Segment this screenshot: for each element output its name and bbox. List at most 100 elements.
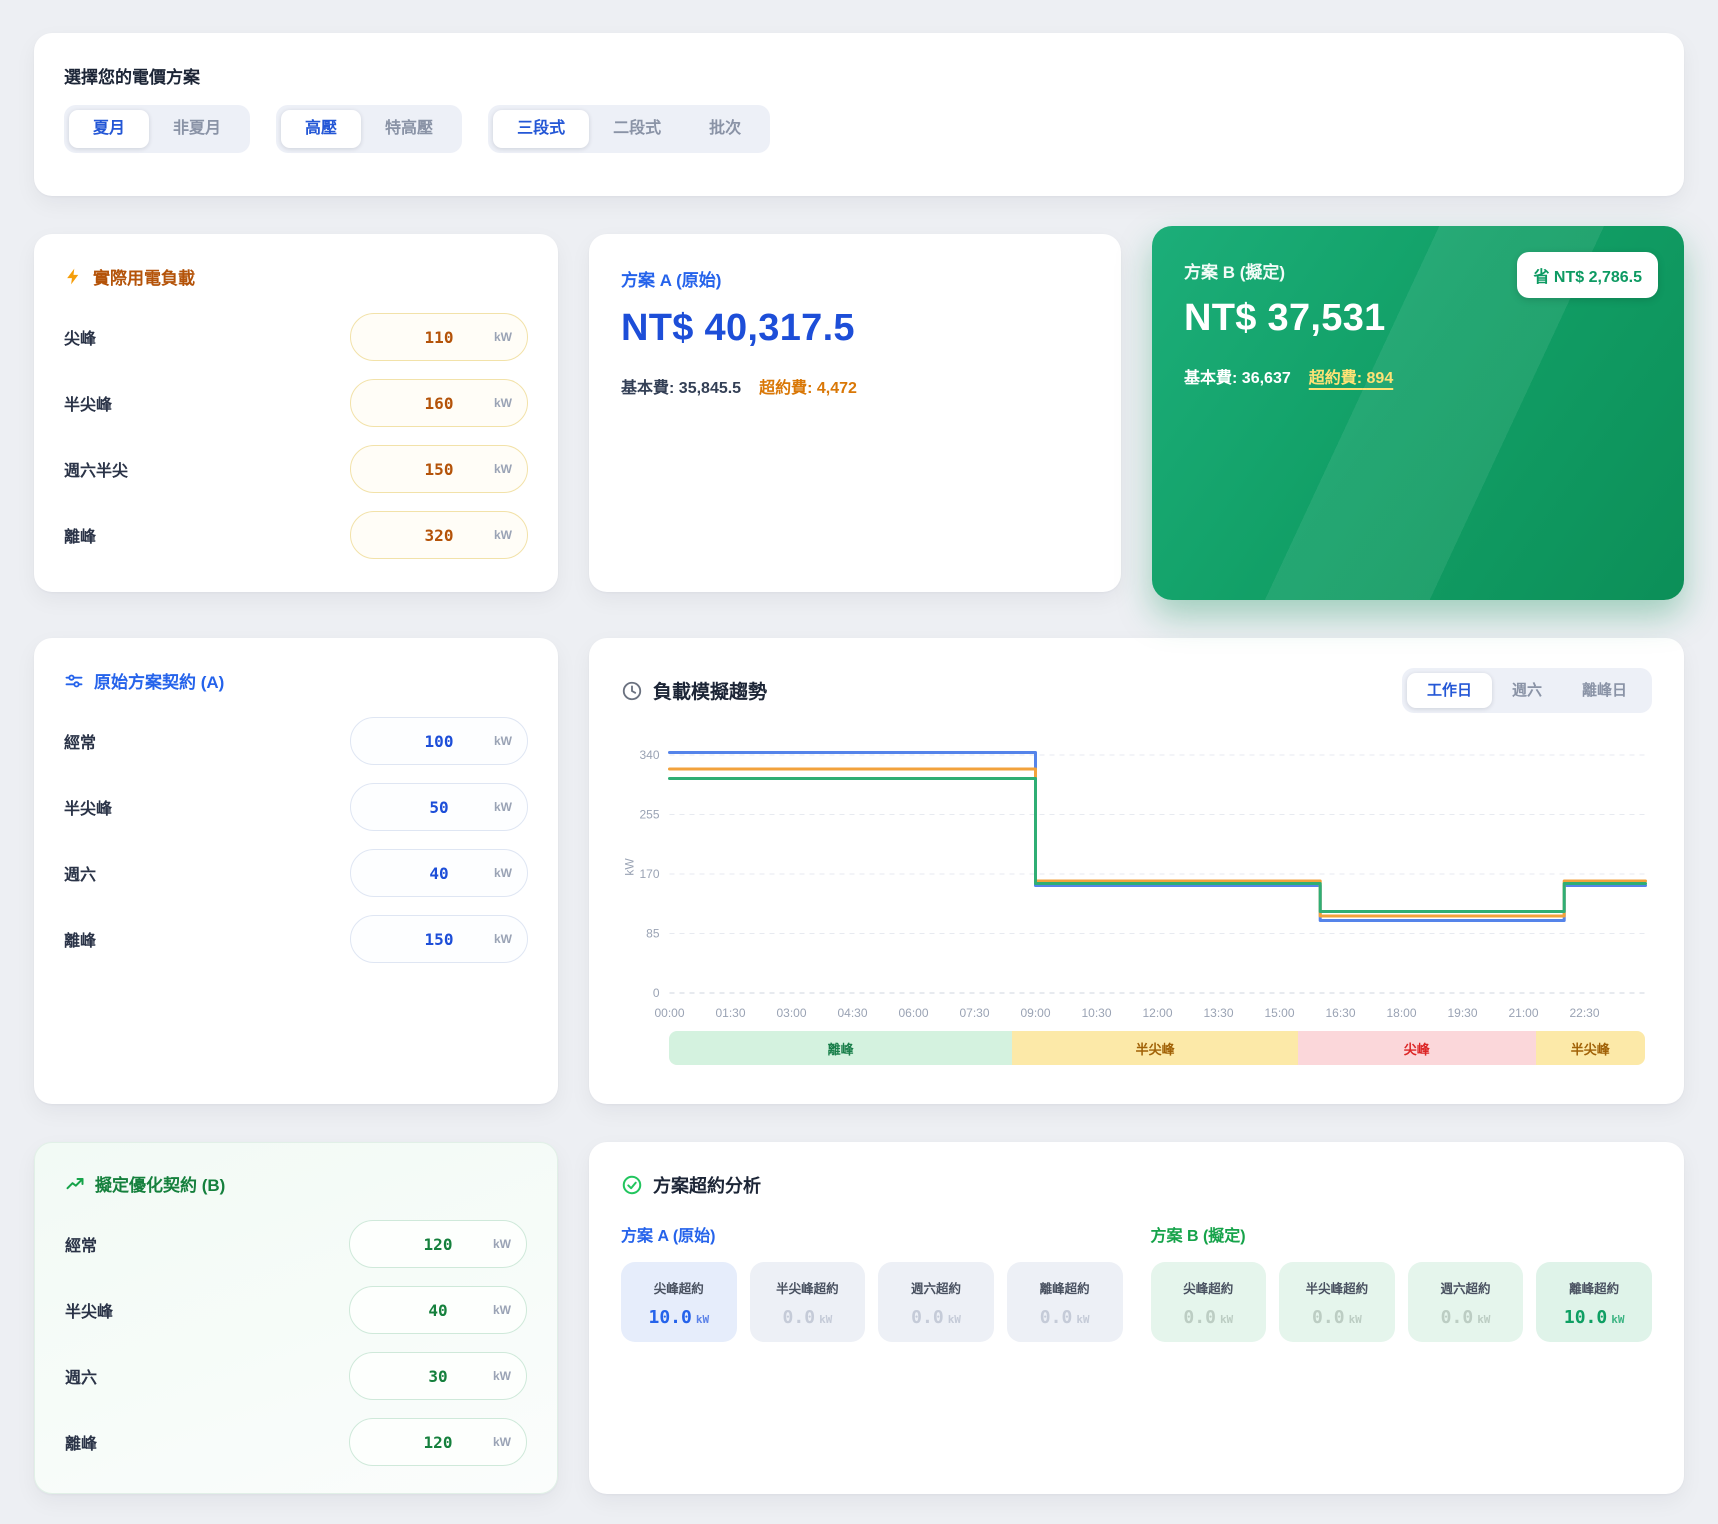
x-tick-label: 19:30: [1447, 1006, 1477, 1020]
excess-analysis-card: 方案超約分析 方案 A (原始) 尖峰超約 10.0kW 半尖峰超約 0.0kW: [589, 1142, 1684, 1494]
contract-a-regular-pill: kW: [350, 717, 528, 765]
contract-a-title: 原始方案契約 (A): [94, 668, 224, 693]
main-grid: 實際用電負載 尖峰 kW 半尖峰 kW: [34, 234, 1684, 1494]
trend-card: 負載模擬趨勢 工作日 週六 離峰日 085170255340kW00:0001:…: [589, 638, 1684, 1104]
plan-a-excess-fee: 超約費: 4,472: [759, 374, 857, 398]
chip-unit: kW: [1076, 1313, 1089, 1326]
trend-title: 負載模擬趨勢: [653, 677, 767, 704]
plan-b-saturday-excess-chip: 週六超約 0.0kW: [1408, 1262, 1524, 1342]
analysis-groups: 方案 A (原始) 尖峰超約 10.0kW 半尖峰超約 0.0kW 週六超約 0: [621, 1222, 1652, 1342]
contract-b-off-peak-pill: kW: [349, 1418, 527, 1466]
semi-peak-load-pill: kW: [350, 379, 528, 427]
chip-value: 0.0kW: [758, 1307, 858, 1328]
chip-value-number: 0.0: [1183, 1307, 1216, 1328]
contract-b-row-saturday: 週六 kW: [65, 1352, 527, 1400]
kw-unit: kW: [494, 932, 512, 946]
plan-b-off-peak-excess-chip: 離峰超約 10.0kW: [1536, 1262, 1652, 1342]
check-circle-icon: [621, 1174, 643, 1196]
y-axis-label: kW: [623, 858, 637, 876]
chip-value-number: 0.0: [1441, 1307, 1474, 1328]
chip-label: 離峰超約: [1544, 1278, 1644, 1297]
plan-b-base-fee-value: 36,637: [1242, 370, 1291, 387]
chip-label: 週六超約: [886, 1278, 986, 1297]
x-tick-label: 21:00: [1508, 1006, 1538, 1020]
semi-peak-label: 半尖峰: [64, 795, 112, 819]
chip-label: 尖峰超約: [629, 1278, 729, 1297]
tariff-batch-button[interactable]: 批次: [685, 110, 765, 148]
plan-b-fees: 基本費: 36,637 超約費: 894: [1184, 364, 1652, 388]
trend-header: 負載模擬趨勢 工作日 週六 離峰日: [621, 668, 1652, 713]
regular-label: 經常: [64, 729, 96, 753]
trend-tab-weekday[interactable]: 工作日: [1407, 673, 1492, 708]
chip-unit: kW: [696, 1313, 709, 1326]
kw-unit: kW: [494, 330, 512, 344]
chip-unit: kW: [1220, 1313, 1233, 1326]
voltage-extra-high-button[interactable]: 特高壓: [361, 110, 457, 148]
tariff-type-toggle: 三段式 二段式 批次: [488, 105, 770, 153]
plan-a-chips: 尖峰超約 10.0kW 半尖峰超約 0.0kW 週六超約 0.0kW 離峰超: [621, 1262, 1123, 1342]
contract-a-row-off-peak: 離峰 kW: [64, 915, 528, 963]
contract-a-rows: 經常 kW 半尖峰 kW 週六: [64, 717, 528, 963]
saturday-semi-label: 週六半尖: [64, 457, 128, 481]
contract-a-semi-peak-pill: kW: [350, 783, 528, 831]
saturday-label: 週六: [64, 861, 96, 885]
y-tick-label: 170: [639, 867, 659, 881]
x-tick-label: 03:00: [776, 1006, 806, 1020]
season-summer-button[interactable]: 夏月: [69, 110, 149, 148]
contract-b-saturday-pill: kW: [349, 1352, 527, 1400]
period-band: 半尖峰: [1536, 1031, 1646, 1065]
kw-unit: kW: [494, 528, 512, 542]
x-tick-label: 07:30: [959, 1006, 989, 1020]
load-row-off-peak: 離峰 kW: [64, 511, 528, 559]
trend-chart: 085170255340kW00:0001:3003:0004:3006:000…: [621, 727, 1652, 1027]
voltage-high-button[interactable]: 高壓: [281, 110, 361, 148]
contract-b-header: 擬定優化契約 (B): [65, 1171, 527, 1196]
load-row-saturday-semi: 週六半尖 kW: [64, 445, 528, 493]
off-peak-label: 離峰: [64, 523, 96, 547]
chip-value-number: 0.0: [1040, 1307, 1073, 1328]
load-row-peak: 尖峰 kW: [64, 313, 528, 361]
plan-b-base-fee-label: 基本費:: [1184, 370, 1237, 387]
chip-unit: kW: [1349, 1313, 1362, 1326]
x-tick-label: 06:00: [898, 1006, 928, 1020]
actual-load-rows: 尖峰 kW 半尖峰 kW 週六半尖: [64, 313, 528, 559]
chip-value: 0.0kW: [1287, 1307, 1387, 1328]
chip-value-number: 10.0: [649, 1307, 692, 1328]
tariff-three-stage-button[interactable]: 三段式: [493, 110, 589, 148]
plan-a-excess-fee-value: 4,472: [817, 380, 857, 397]
season-nonsummer-button[interactable]: 非夏月: [149, 110, 245, 148]
saturday-label: 週六: [65, 1364, 97, 1388]
chip-unit: kW: [1477, 1313, 1490, 1326]
trend-tab-saturday[interactable]: 週六: [1492, 673, 1562, 708]
plan-b-excess-fee-value: 894: [1367, 370, 1394, 387]
chip-unit: kW: [819, 1313, 832, 1326]
plan-b-semi-peak-excess-chip: 半尖峰超約 0.0kW: [1279, 1262, 1395, 1342]
y-tick-label: 0: [653, 986, 660, 1000]
trend-tab-offpeak-day[interactable]: 離峰日: [1562, 673, 1647, 708]
plan-a-semi-peak-excess-chip: 半尖峰超約 0.0kW: [750, 1262, 866, 1342]
plan-a-cost-card: 方案 A (原始) NT$ 40,317.5 基本費: 35,845.5 超約費…: [589, 234, 1121, 592]
kw-unit: kW: [494, 866, 512, 880]
chip-label: 半尖峰超約: [758, 1278, 858, 1297]
contract-b-rows: 經常 kW 半尖峰 kW 週六: [65, 1220, 527, 1466]
x-tick-label: 15:00: [1264, 1006, 1294, 1020]
plan-a-base-fee: 基本費: 35,845.5: [621, 374, 741, 398]
plan-selector-title: 選擇您的電價方案: [64, 63, 1654, 88]
plan-b-excess-fee-link[interactable]: 超約費: 894: [1309, 364, 1394, 388]
y-tick-label: 340: [639, 748, 659, 762]
chip-value-number: 0.0: [783, 1307, 816, 1328]
voltage-toggle: 高壓 特高壓: [276, 105, 462, 153]
kw-unit: kW: [494, 734, 512, 748]
trend-chart-area: 085170255340kW00:0001:3003:0004:3006:000…: [621, 727, 1652, 1065]
plan-a-excess-fee-label: 超約費:: [759, 380, 812, 397]
analysis-plan-b-title: 方案 B (擬定): [1151, 1222, 1653, 1246]
kw-unit: kW: [493, 1303, 511, 1317]
kw-unit: kW: [493, 1369, 511, 1383]
tariff-two-stage-button[interactable]: 二段式: [589, 110, 685, 148]
period-band: 離峰: [669, 1031, 1012, 1065]
plan-b-cost-card: 省 NT$ 2,786.5 方案 B (擬定) NT$ 37,531 基本費: …: [1152, 226, 1684, 600]
trend-title-wrap: 負載模擬趨勢: [621, 677, 767, 704]
x-tick-label: 09:00: [1020, 1006, 1050, 1020]
actual-load-header: 實際用電負載: [64, 264, 528, 289]
analysis-title: 方案超約分析: [653, 1172, 761, 1198]
